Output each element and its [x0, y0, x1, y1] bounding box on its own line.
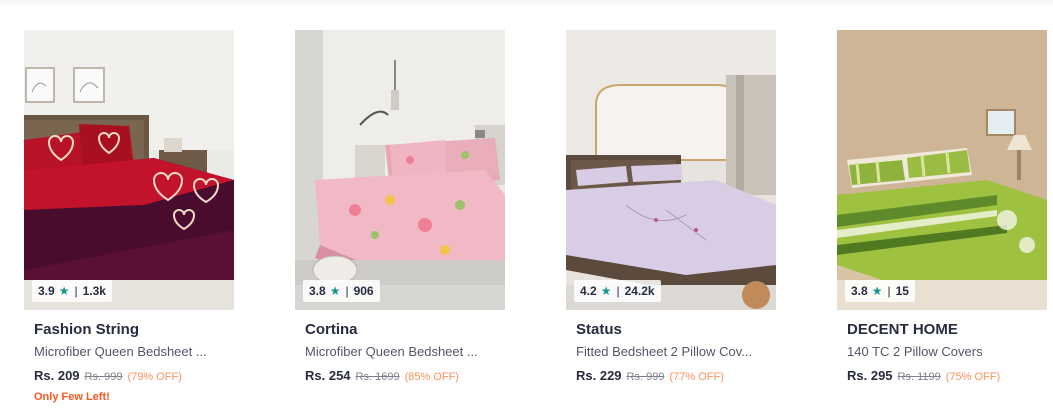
bedsheet-green-stripes-image [837, 30, 1047, 310]
product-price: Rs. 229 [576, 368, 622, 383]
product-discount: (85% OFF) [404, 371, 459, 383]
product-mrp: Rs. 1199 [897, 371, 941, 383]
rating-count: 15 [895, 284, 909, 298]
product-price: Rs. 209 [34, 368, 80, 383]
bedsheet-pink-floral-image [295, 30, 505, 310]
product-brand[interactable]: Cortina [305, 321, 358, 338]
rating-value: 3.9 [38, 284, 55, 298]
product-price: Rs. 295 [847, 368, 893, 383]
rating-count: 24.2k [624, 284, 655, 298]
stock-note: Only Few Left! [34, 391, 110, 403]
bedsheet-red-hearts-image [24, 30, 234, 310]
product-title[interactable]: Microfiber Queen Bedsheet ... [305, 344, 500, 359]
product-title[interactable]: Fitted Bedsheet 2 Pillow Cov... [576, 344, 771, 359]
rating-value: 3.8 [309, 284, 326, 298]
rating-badge: 4.2 ★ | 24.2k [574, 280, 661, 302]
top-divider [0, 0, 1053, 8]
rating-badge: 3.8 ★ | 15 [845, 280, 915, 302]
product-image[interactable]: 3.9 ★ | 1.3k [24, 30, 234, 310]
product-price: Rs. 254 [305, 368, 351, 383]
bedsheet-lavender-image [566, 30, 776, 310]
product-brand[interactable]: Status [576, 321, 622, 338]
product-image[interactable]: 3.8 ★ | 906 [295, 30, 505, 310]
product-card[interactable]: 3.8 ★ | 906 Cortina Microfiber Queen Bed… [295, 30, 507, 410]
product-image[interactable]: 4.2 ★ | 24.2k [566, 30, 776, 310]
product-title[interactable]: Microfiber Queen Bedsheet ... [34, 344, 229, 359]
rating-count: 906 [353, 284, 374, 298]
product-mrp: Rs. 999 [626, 371, 665, 383]
rating-separator: | [74, 284, 78, 298]
product-grid: 3.9 ★ | 1.3k Fashion String Microfiber Q… [24, 30, 1053, 418]
price-row: Rs. 254 Rs. 1699 (85% OFF) [305, 368, 459, 383]
rating-value: 4.2 [580, 284, 597, 298]
price-row: Rs. 229 Rs. 999 (77% OFF) [576, 368, 724, 383]
product-card[interactable]: 3.9 ★ | 1.3k Fashion String Microfiber Q… [24, 30, 236, 410]
star-icon: ★ [58, 284, 70, 298]
product-discount: (77% OFF) [669, 371, 724, 383]
product-discount: (75% OFF) [945, 371, 1001, 383]
star-icon: ★ [600, 284, 612, 298]
price-row: Rs. 295 Rs. 1199 (75% OFF) [847, 368, 1000, 383]
product-brand[interactable]: Fashion String [34, 321, 139, 338]
rating-badge: 3.8 ★ | 906 [303, 280, 380, 302]
product-discount: (79% OFF) [127, 371, 182, 383]
product-mrp: Rs. 999 [84, 371, 123, 383]
rating-count: 1.3k [82, 284, 106, 298]
rating-badge: 3.9 ★ | 1.3k [32, 280, 112, 302]
price-row: Rs. 209 Rs. 999 (79% OFF) [34, 368, 182, 383]
rating-separator: | [887, 284, 891, 298]
product-card[interactable]: 4.2 ★ | 24.2k Status Fitted Bedsheet 2 P… [566, 30, 778, 410]
rating-separator: | [616, 284, 620, 298]
star-icon: ★ [871, 284, 883, 298]
rating-value: 3.8 [851, 284, 868, 298]
product-title[interactable]: 140 TC 2 Pillow Covers [847, 344, 1042, 359]
product-mrp: Rs. 1699 [355, 371, 400, 383]
product-image[interactable]: 3.8 ★ | 15 [837, 30, 1047, 310]
product-card[interactable]: 3.8 ★ | 15 DECENT HOME 140 TC 2 Pillow C… [837, 30, 1049, 410]
star-icon: ★ [329, 284, 341, 298]
product-brand[interactable]: DECENT HOME [847, 321, 958, 338]
rating-separator: | [345, 284, 349, 298]
